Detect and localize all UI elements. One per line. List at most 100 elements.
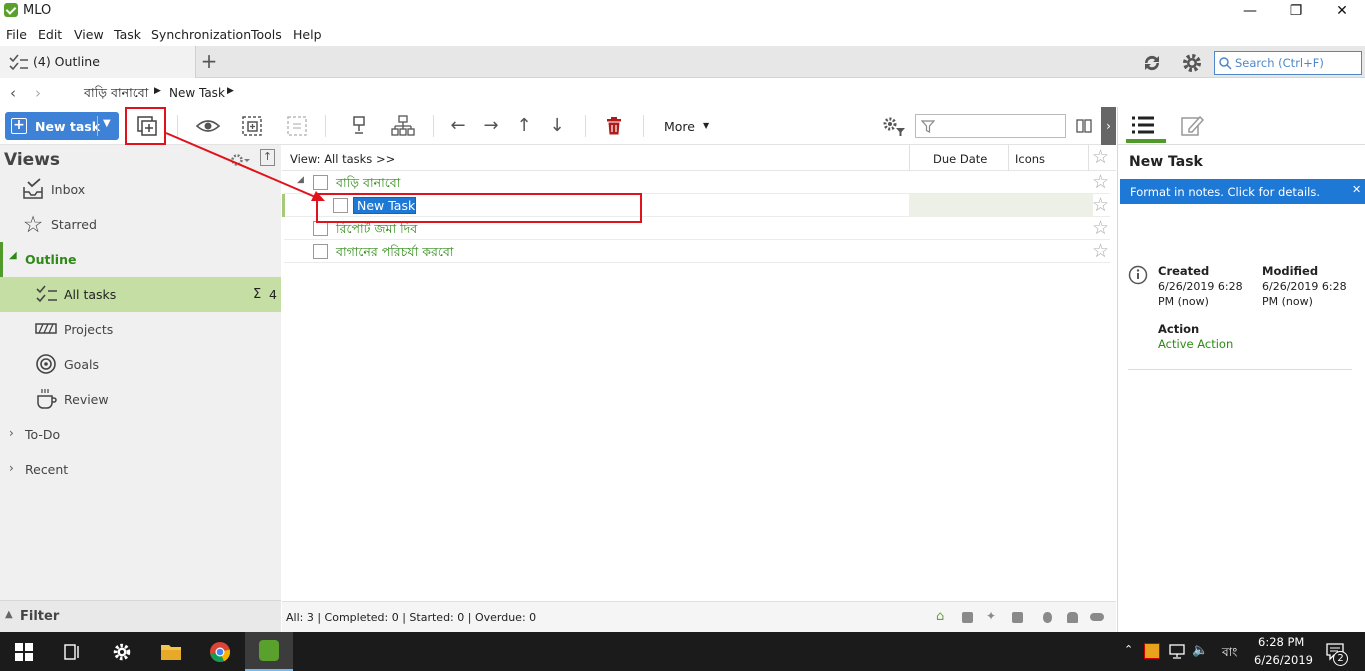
cloud-icon[interactable] [1090,613,1104,621]
columns-icon[interactable] [1076,118,1092,134]
menu-synchronization[interactable]: Synchronization [151,27,251,42]
arrow-down-icon[interactable]: ↓ [545,115,569,137]
column-due-date[interactable]: Due Date [933,152,987,166]
android-icon[interactable] [1067,612,1078,623]
sidebar: Views ↑ Inbox ☆ Starred ◢ Outline All ta… [0,145,281,600]
task-checkbox[interactable] [313,244,328,259]
minimize-button[interactable]: — [1227,0,1273,22]
add-tab-button[interactable]: + [197,46,221,78]
task-title[interactable]: বাড়ি বানাবো [336,175,400,195]
bangla-keyboard-icon[interactable] [1144,643,1160,659]
column-icons[interactable]: Icons [1015,152,1045,166]
gear-icon[interactable] [1181,52,1203,74]
filter-input[interactable] [915,114,1066,138]
menu-edit[interactable]: Edit [38,27,62,42]
chrome-icon[interactable] [209,641,231,663]
apple-icon[interactable] [1043,612,1052,623]
panel-toggle-icon[interactable]: › [1101,107,1116,145]
convert-icon[interactable] [286,115,308,137]
search-input[interactable]: Search (Ctrl+F) [1214,51,1362,75]
home-icon[interactable]: ⌂ [936,609,944,624]
close-button[interactable]: ✕ [1319,0,1365,22]
file-explorer-icon[interactable] [160,642,182,662]
arrow-left-icon[interactable]: ← [446,115,470,137]
settings-gear-icon[interactable] [112,642,132,662]
arrow-right-icon[interactable]: → [479,115,503,137]
sidebar-item-review[interactable]: Review [0,382,281,417]
hierarchy-icon[interactable] [391,115,415,137]
sidebar-item-outline[interactable]: ◢ Outline [0,242,281,277]
collapse-icon[interactable]: ◢ [297,175,304,185]
collapse-up-icon[interactable]: ↑ [260,149,275,166]
chevron-up-icon[interactable]: ⌃ [1124,643,1133,656]
collapse-icon[interactable]: ◢ [9,250,17,261]
menu-help[interactable]: Help [293,27,322,42]
sidebar-item-all-tasks[interactable]: All tasks Σ 4 [0,277,281,312]
sync-icon[interactable] [1141,53,1163,73]
clock-time[interactable]: 6:28 PM [1258,635,1304,649]
task-checkbox[interactable] [313,175,328,190]
settings-filter-icon[interactable] [881,115,907,137]
breadcrumb-current[interactable]: New Task [169,86,225,100]
windows-start-icon[interactable] [15,643,33,661]
mlo-taskbar-button[interactable] [245,632,293,671]
task-title[interactable]: রিপোর্ট জমা দিব [336,221,417,241]
more-button[interactable]: More [664,119,695,134]
windows-taskbar: ⌃ 🔈 বাং 6:28 PM 6/26/2019 2 [0,632,1365,671]
language-indicator[interactable]: বাং [1222,644,1237,664]
star-icon[interactable]: ☆ [1092,218,1109,238]
sidebar-item-projects[interactable]: Projects [0,312,281,347]
arrow-up-icon[interactable]: ↑ [512,115,536,137]
notice-banner[interactable]: Format in notes. Click for details. ✕ [1120,179,1365,204]
clock-date[interactable]: 6/26/2019 [1254,653,1313,667]
star-column-icon[interactable]: ☆ [1092,147,1109,167]
sidebar-item-inbox[interactable]: Inbox [0,172,281,207]
target-icon [36,354,56,374]
volume-icon[interactable]: 🔈 [1192,643,1208,658]
expand-icon[interactable]: › [9,426,14,440]
tab-outline[interactable]: (4) Outline [0,46,196,78]
action-value[interactable]: Active Action [1158,337,1233,351]
task-checkbox[interactable] [313,221,328,236]
star-icon[interactable]: ☆ [1092,172,1109,192]
sidebar-item-goals[interactable]: Goals [0,347,281,382]
sidebar-item-todo[interactable]: › To-Do [0,417,281,452]
star-icon[interactable]: ☆ [1092,241,1109,261]
table-row[interactable]: বাগানের পরিচর্যা করবো ☆ [284,240,1110,263]
close-icon[interactable]: ✕ [1352,183,1361,196]
network-icon[interactable] [1169,643,1185,659]
star-icon[interactable]: ☆ [1092,195,1109,215]
filter-bar[interactable]: ▲ Filter [0,600,281,632]
task-title[interactable]: বাগানের পরিচর্যা করবো [336,244,453,264]
pin-icon[interactable] [349,115,369,137]
breadcrumb-parent[interactable]: বাড়ি বানাবো [84,85,148,105]
menu-view[interactable]: View [74,27,104,42]
add-sibling-icon[interactable] [241,115,265,137]
title-bar: MLO — ❐ ✕ [0,0,1365,22]
menu-task[interactable]: Task [114,27,141,42]
back-arrow-icon[interactable]: ‹ [10,84,16,102]
edit-notes-icon[interactable] [1180,114,1204,138]
sidebar-item-recent[interactable]: › Recent [0,452,281,487]
twitter-icon[interactable]: ✦ [986,609,996,623]
menu-file[interactable]: File [6,27,27,42]
sidebar-item-label: All tasks [64,287,117,302]
new-task-button[interactable]: + New task ▼ [5,112,119,140]
restore-button[interactable]: ❐ [1273,0,1319,22]
forward-arrow-icon[interactable]: › [35,84,41,102]
sidebar-item-label: Inbox [51,182,86,197]
table-row[interactable]: ◢ বাড়ি বানাবো ☆ [284,171,1110,194]
blog-icon[interactable] [1012,612,1023,623]
gear-dropdown-icon[interactable] [231,153,251,167]
chevron-down-icon[interactable]: ▼ [103,118,111,129]
sidebar-item-starred[interactable]: ☆ Starred [0,207,281,242]
inbox-icon [23,178,43,199]
view-label[interactable]: View: All tasks >> [290,152,395,166]
trash-icon[interactable] [605,116,623,136]
menu-tools[interactable]: Tools [251,27,282,42]
task-view-icon[interactable] [63,643,81,661]
list-view-icon[interactable] [1131,115,1155,137]
facebook-icon[interactable] [962,612,973,623]
expand-icon[interactable]: › [9,461,14,475]
eye-icon[interactable] [195,116,221,136]
